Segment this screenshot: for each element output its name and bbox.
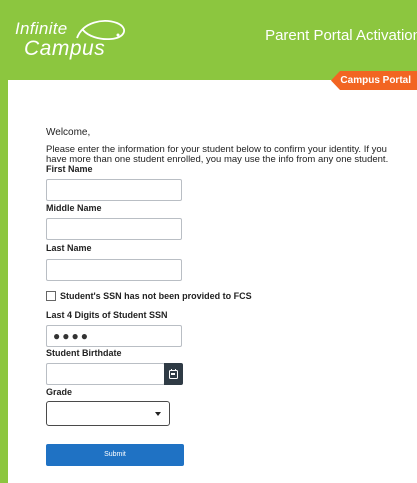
calendar-button[interactable] (164, 363, 183, 385)
middle-name-input[interactable] (46, 218, 182, 240)
calendar-icon (169, 369, 178, 379)
activation-panel: Welcome, Please enter the information fo… (8, 90, 417, 483)
last-name-label: Last Name (46, 243, 92, 253)
portal-header: Infinite Campus Parent Portal Activation (0, 0, 417, 80)
birthdate-label: Student Birthdate (46, 348, 122, 358)
instructions-text: Please enter the information for your st… (46, 144, 389, 165)
birthdate-input[interactable] (46, 363, 165, 385)
middle-name-label: Middle Name (46, 203, 102, 213)
ssn-input[interactable]: ●●●● (46, 325, 182, 347)
campus-portal-ribbon: Campus Portal (331, 71, 417, 90)
submit-button[interactable]: Submit (46, 444, 184, 466)
first-name-label: First Name (46, 164, 93, 174)
grade-select[interactable] (46, 401, 170, 426)
welcome-text: Welcome, (46, 127, 91, 138)
ssn-not-provided-label[interactable]: Student's SSN has not been provided to F… (60, 291, 252, 301)
ssn-label: Last 4 Digits of Student SSN (46, 310, 168, 320)
logo-swoosh-icon (76, 20, 125, 41)
grade-label: Grade (46, 387, 73, 397)
infinite-campus-logo: Infinite Campus (15, 20, 125, 60)
first-name-input[interactable] (46, 179, 182, 201)
ssn-not-provided-option[interactable]: Student's SSN has not been provided to F… (46, 291, 252, 301)
chevron-down-icon (155, 411, 161, 416)
last-name-input[interactable] (46, 259, 182, 281)
page-title: Parent Portal Activation (265, 27, 417, 44)
ssn-not-provided-checkbox[interactable] (46, 291, 56, 301)
